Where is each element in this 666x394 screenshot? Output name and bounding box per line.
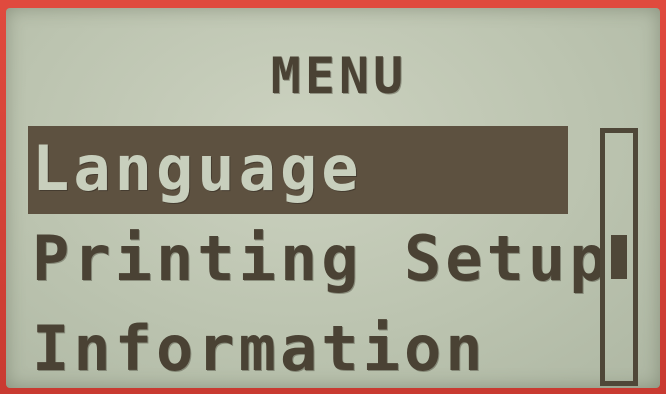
menu-item-label: Language [32,132,363,205]
menu-item-language[interactable]: Language [28,126,568,214]
menu-scrollbar[interactable] [600,128,638,386]
menu-item-label: Printing Setup [32,222,611,295]
device-bezel: MENU Language Printing Setup Information [0,0,666,394]
lcd-screen: MENU Language Printing Setup Information [6,8,660,388]
menu-item-printing-setup[interactable]: Printing Setup [28,216,607,302]
menu-title: MENU [270,47,408,105]
menu-item-information[interactable]: Information [28,306,568,388]
menu-item-label: Information [32,312,487,385]
scrollbar-thumb[interactable] [611,235,627,279]
